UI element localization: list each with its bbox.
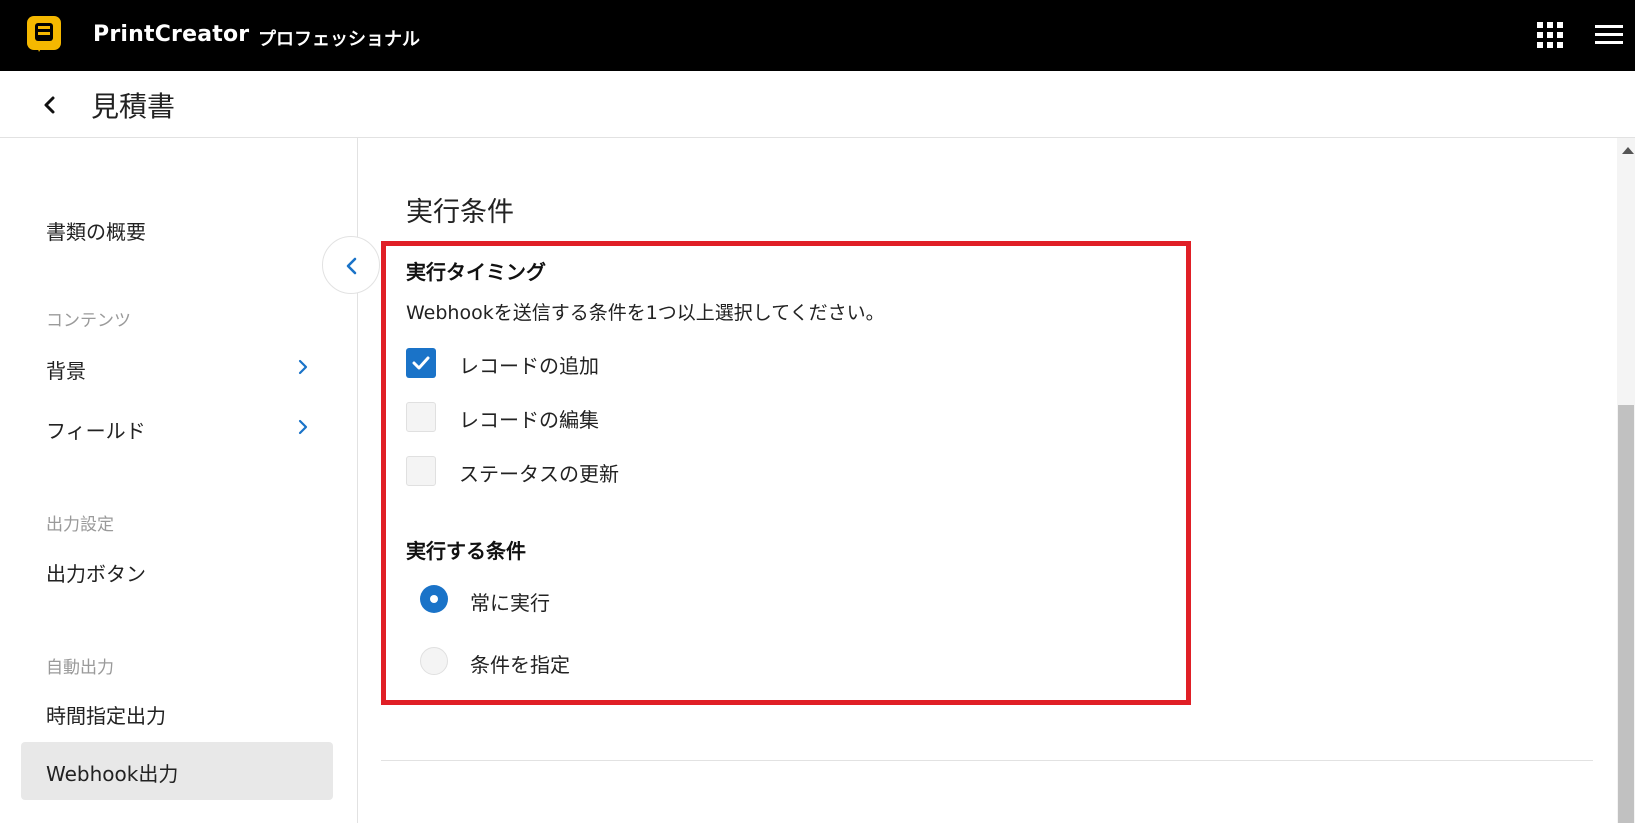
sidebar-section-auto-output: 自動出力 (46, 658, 114, 678)
radio-label: 常に実行 (470, 591, 550, 615)
checkbox-record-edit[interactable] (406, 402, 436, 432)
radio-specify-condition[interactable] (420, 647, 448, 675)
scrollbar-thumb[interactable] (1618, 405, 1634, 823)
page-header: 見積書 (0, 71, 1635, 138)
app-name: PrintCreator (93, 22, 250, 47)
chevron-right-icon (298, 419, 308, 435)
sidebar-item-scheduled-output[interactable]: 時間指定出力 (21, 684, 333, 742)
checkbox-record-add[interactable] (406, 348, 436, 378)
sidebar-item-label: 時間指定出力 (46, 704, 166, 728)
section-title: 実行条件 (406, 197, 514, 228)
hamburger-menu-icon[interactable] (1595, 22, 1623, 48)
checkmark-icon (412, 356, 430, 370)
timing-heading: 実行タイミング (406, 260, 546, 284)
sidebar-section-content: コンテンツ (46, 311, 131, 331)
sidebar-item-label: 背景 (46, 359, 86, 383)
sidebar-section-output-settings: 出力設定 (46, 515, 114, 535)
checkbox-label: レコードの編集 (459, 408, 599, 432)
app-header: PrintCreator プロフェッショナル (0, 0, 1635, 71)
app-edition: プロフェッショナル (258, 29, 420, 50)
sidebar-item-label: 出力ボタン (46, 562, 146, 586)
app-logo-icon[interactable] (25, 14, 65, 56)
back-arrow-icon[interactable] (38, 93, 62, 117)
scroll-up-arrow-icon[interactable] (1622, 147, 1634, 154)
apps-grid-icon[interactable] (1537, 22, 1563, 48)
sidebar-item-background[interactable]: 背景 (21, 339, 333, 397)
sidebar-item-webhook-output[interactable]: Webhook出力 (21, 742, 333, 800)
sidebar-collapse-button[interactable] (322, 236, 380, 294)
chevron-right-icon (298, 359, 308, 375)
radio-label: 条件を指定 (470, 653, 570, 677)
condition-heading: 実行する条件 (406, 539, 526, 563)
timing-description: Webhookを送信する条件を1つ以上選択してください。 (406, 302, 885, 324)
checkbox-label: レコードの追加 (459, 354, 599, 378)
page-title: 見積書 (91, 90, 176, 123)
sidebar-item-fields[interactable]: フィールド (21, 399, 333, 457)
sidebar-item-label: フィールド (46, 419, 146, 443)
sidebar-item-overview[interactable]: 書類の概要 (21, 200, 333, 258)
sidebar-item-label: Webhook出力 (46, 762, 179, 786)
sidebar-nav: 書類の概要 コンテンツ 背景 フィールド 出力設定 出力ボタン 自動出力 時間指… (0, 138, 358, 823)
checkbox-status-update[interactable] (406, 456, 436, 486)
radio-always-run[interactable] (420, 585, 448, 613)
checkbox-label: ステータスの更新 (459, 462, 619, 486)
sidebar-item-label: 書類の概要 (46, 220, 146, 244)
divider (381, 760, 1593, 761)
chevron-left-icon (346, 257, 357, 275)
sidebar-item-output-button[interactable]: 出力ボタン (21, 542, 333, 600)
